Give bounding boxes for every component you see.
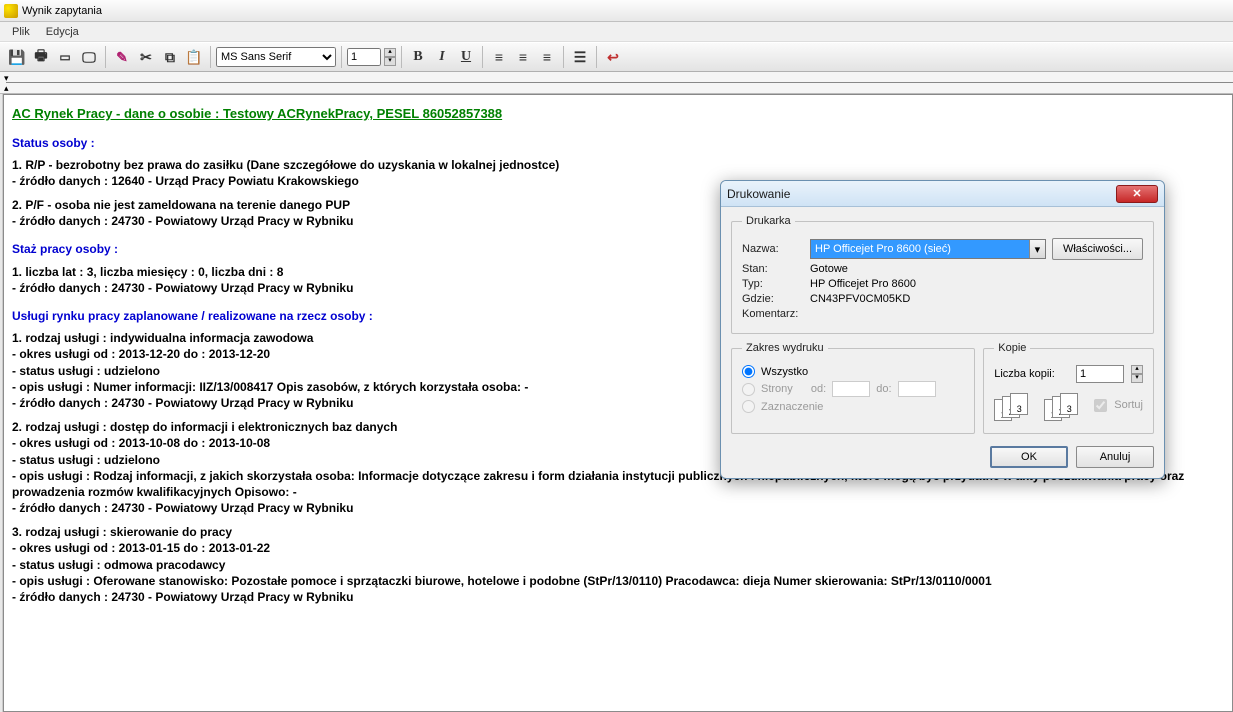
font-select[interactable]: MS Sans Serif — [216, 47, 336, 67]
save-icon[interactable]: 💾 — [6, 46, 28, 68]
text-line: - opis usługi : Oferowane stanowisko: Po… — [12, 573, 1224, 589]
close-button[interactable]: ✕ — [1116, 185, 1158, 203]
separator — [563, 46, 564, 68]
separator — [401, 46, 402, 68]
text-line: 1. R/P - bezrobotny bez prawa do zasiłku… — [12, 157, 1224, 173]
printer-name-combo[interactable]: HP Officejet Pro 8600 (sieć) ▾ — [810, 239, 1046, 259]
text-line: - status usługi : odmowa pracodawcy — [12, 557, 1224, 573]
align-right-button[interactable]: ≡ — [536, 46, 558, 68]
cancel-button[interactable]: Anuluj — [1076, 446, 1154, 468]
font-size-spinner[interactable]: ▴▾ — [384, 48, 396, 66]
printer-legend: Drukarka — [742, 215, 795, 227]
window-titlebar: Wynik zapytania — [0, 0, 1233, 22]
copies-label: Liczba kopii: — [994, 368, 1070, 380]
bold-button[interactable]: B — [407, 46, 429, 68]
cut-icon[interactable]: ✂ — [135, 46, 157, 68]
printer-group: Drukarka Nazwa: HP Officejet Pro 8600 (s… — [731, 215, 1154, 334]
pencil-icon[interactable]: ✎ — [111, 46, 133, 68]
collate-checkbox — [1094, 399, 1107, 412]
range-all-label: Wszystko — [761, 366, 808, 378]
state-value: Gotowe — [810, 263, 848, 275]
doc-title: AC Rynek Pracy - dane o osobie : Testowy… — [12, 105, 1224, 123]
copies-input[interactable] — [1076, 365, 1124, 383]
printer-name-value: HP Officejet Pro 8600 (sieć) — [815, 243, 951, 255]
range-to-input — [898, 381, 936, 397]
page-icon[interactable]: ▭ — [54, 46, 76, 68]
comment-label: Komentarz: — [742, 308, 804, 320]
font-size-input[interactable] — [347, 48, 381, 66]
italic-button[interactable]: I — [431, 46, 453, 68]
copies-legend: Kopie — [994, 342, 1030, 354]
copies-group: Kopie Liczba kopii: ▴▾ 123 123 Sortuj — [983, 342, 1154, 434]
range-from-input — [832, 381, 870, 397]
ok-button[interactable]: OK — [990, 446, 1068, 468]
menubar: Plik Edycja — [0, 22, 1233, 42]
text-line: 3. rodzaj usługi : skierowanie do pracy — [12, 524, 1224, 540]
range-selection-label: Zaznaczenie — [761, 401, 823, 413]
state-label: Stan: — [742, 263, 804, 275]
toolbar: 💾 🖶 ▭ 🖵 ✎ ✂ ⧉ 📋 MS Sans Serif ▴▾ B I U ≡… — [0, 42, 1233, 72]
text-line: - okres usługi od : 2013-01-15 do : 2013… — [12, 540, 1224, 556]
range-selection-radio — [742, 400, 755, 413]
range-pages-label: Strony — [761, 383, 793, 395]
align-center-button[interactable]: ≡ — [512, 46, 534, 68]
separator — [105, 46, 106, 68]
range-to-label: do: — [876, 383, 891, 395]
paste-icon[interactable]: 📋 — [183, 46, 205, 68]
where-label: Gdzie: — [742, 293, 804, 305]
collate-icon: 123 123 — [994, 393, 1082, 423]
range-pages-radio — [742, 383, 755, 396]
monitor-icon[interactable]: 🖵 — [78, 46, 100, 68]
chevron-down-icon[interactable]: ▾ — [1029, 240, 1045, 258]
text-line: - źródło danych : 24730 - Powiatowy Urzą… — [12, 500, 1224, 516]
copy-icon[interactable]: ⧉ — [159, 46, 181, 68]
separator — [482, 46, 483, 68]
align-left-button[interactable]: ≡ — [488, 46, 510, 68]
type-value: HP Officejet Pro 8600 — [810, 278, 916, 290]
separator — [210, 46, 211, 68]
properties-button[interactable]: Właściwości... — [1052, 238, 1143, 260]
type-label: Typ: — [742, 278, 804, 290]
range-all-radio[interactable] — [742, 365, 755, 378]
ruler[interactable]: ▾ ▴ — [0, 72, 1233, 94]
window-title: Wynik zapytania — [22, 5, 102, 17]
print-dialog: Drukowanie ✕ Drukarka Nazwa: HP Officeje… — [720, 180, 1165, 479]
collate-label: Sortuj — [1114, 399, 1143, 411]
separator — [341, 46, 342, 68]
text-line: - źródło danych : 24730 - Powiatowy Urzą… — [12, 589, 1224, 605]
range-legend: Zakres wydruku — [742, 342, 828, 354]
dialog-titlebar[interactable]: Drukowanie ✕ — [721, 181, 1164, 207]
menu-edit[interactable]: Edycja — [38, 24, 87, 40]
section-status: Status osoby : — [12, 135, 1224, 151]
print-icon[interactable]: 🖶 — [30, 46, 52, 68]
bullets-button[interactable]: ☰ — [569, 46, 591, 68]
where-value: CN43PFV0CM05KD — [810, 293, 910, 305]
separator — [596, 46, 597, 68]
copies-spinner[interactable]: ▴▾ — [1131, 365, 1143, 383]
printer-name-label: Nazwa: — [742, 243, 804, 255]
range-from-label: od: — [811, 383, 826, 395]
exit-icon[interactable]: ↩ — [602, 46, 624, 68]
app-icon — [4, 4, 18, 18]
menu-file[interactable]: Plik — [4, 24, 38, 40]
dialog-title: Drukowanie — [727, 187, 1116, 201]
range-group: Zakres wydruku Wszystko Strony od: do: Z… — [731, 342, 975, 434]
underline-button[interactable]: U — [455, 46, 477, 68]
